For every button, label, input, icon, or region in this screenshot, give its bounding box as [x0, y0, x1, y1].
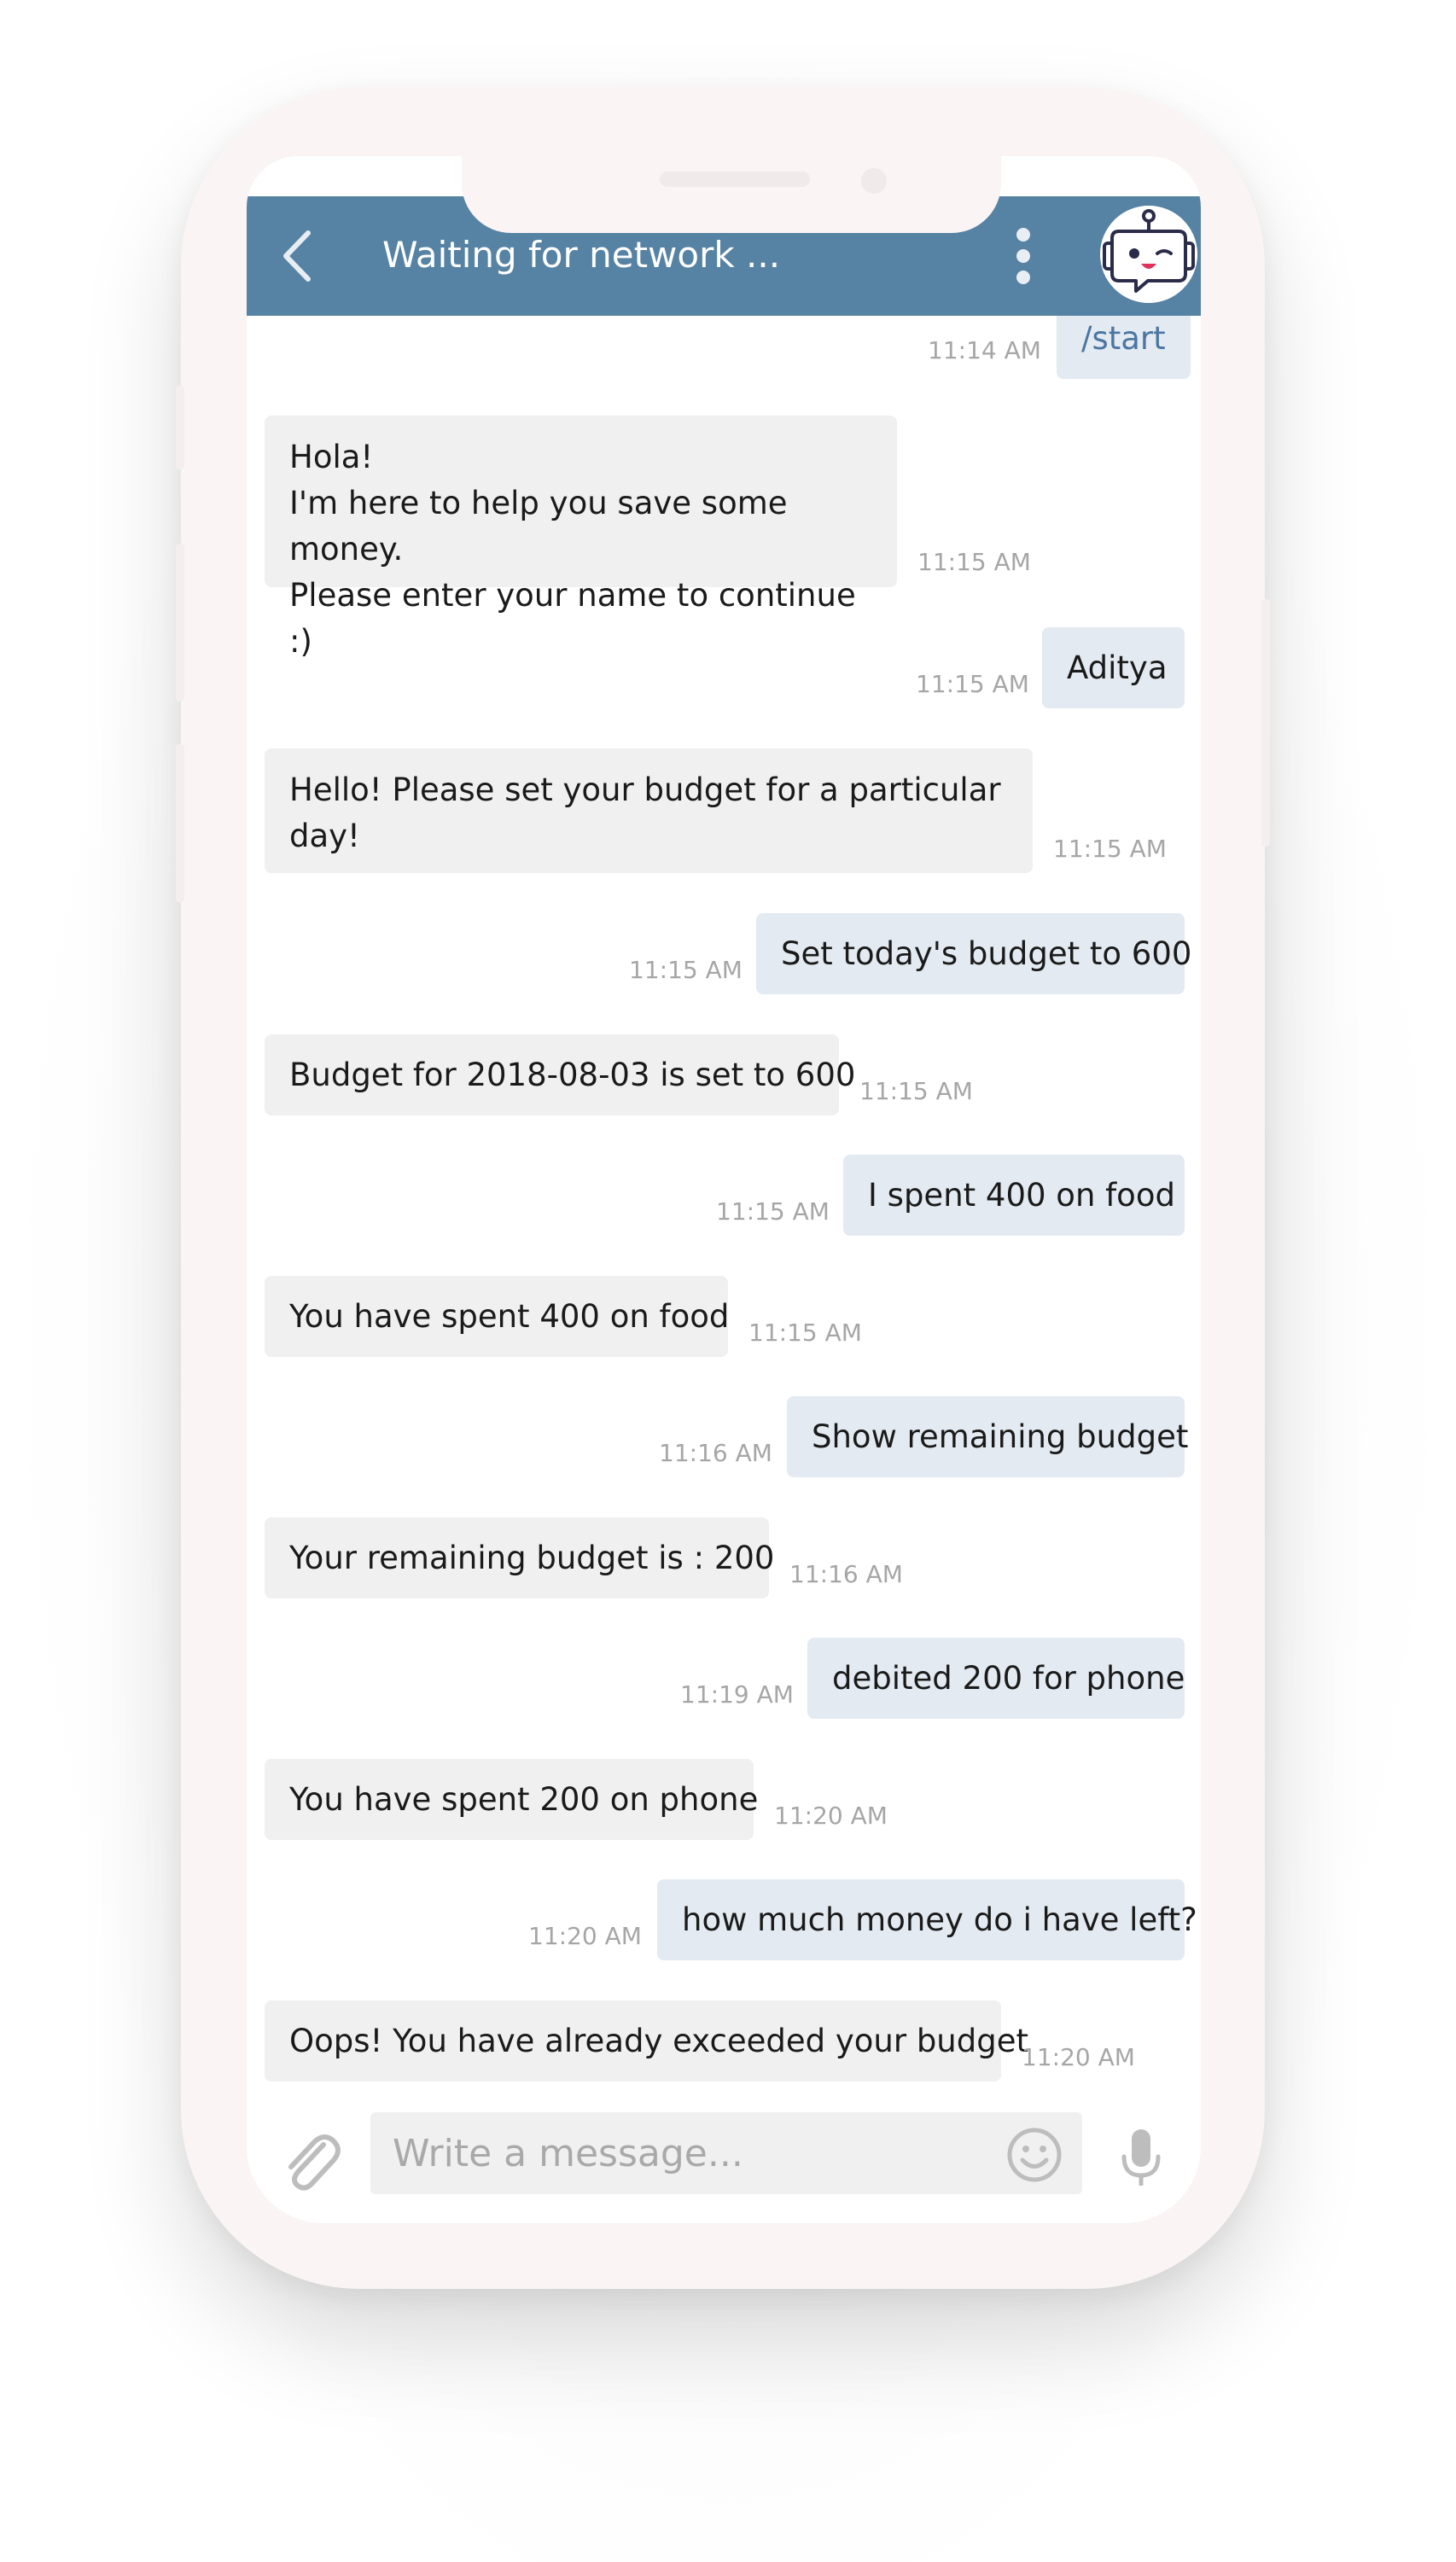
front-camera [861, 168, 887, 194]
message-text[interactable]: You have spent 200 on phone [265, 1759, 758, 1840]
message-time: 11:15 AM [748, 1319, 862, 1347]
message-text[interactable]: debited 200 for phone [807, 1638, 1185, 1719]
microphone-icon [1121, 2129, 1161, 2186]
message-text[interactable]: Show remaining budget [787, 1396, 1188, 1477]
message-time: 11:15 AM [859, 1077, 973, 1105]
message-time: 11:16 AM [659, 1439, 772, 1467]
message-text[interactable]: Hola! I'm here to help you save some mon… [265, 416, 897, 660]
paperclip-icon [288, 2134, 341, 2191]
message-time: 11:16 AM [789, 1560, 903, 1588]
phone-screen: Waiting for network ... 11:14 AM /start … [247, 156, 1201, 2223]
emoji-button[interactable] [1006, 2127, 1063, 2183]
notch [462, 156, 1001, 233]
robot-icon [1100, 206, 1197, 303]
message-time: 11:15 AM [916, 670, 1029, 698]
power-button [1261, 599, 1270, 847]
message-composer [247, 2095, 1201, 2223]
message-time: 11:14 AM [928, 336, 1041, 364]
bot-avatar[interactable] [1100, 206, 1197, 303]
message-text[interactable]: Oops! You have already exceeded your bud… [265, 2000, 1028, 2082]
volume-up-button [176, 544, 184, 702]
phone-frame: Waiting for network ... 11:14 AM /start … [176, 87, 1270, 2289]
vertical-dots-icon [1016, 228, 1030, 242]
message-time: 11:15 AM [716, 1197, 830, 1226]
message-text[interactable]: Set today's budget to 600 [756, 913, 1191, 994]
more-menu-button[interactable] [998, 222, 1049, 290]
message-time: 11:15 AM [1053, 835, 1167, 863]
back-button[interactable] [264, 222, 332, 290]
silent-switch [176, 386, 184, 469]
message-text[interactable]: how much money do i have left? [657, 1879, 1197, 1960]
message-text[interactable]: Hello! Please set your budget for a part… [265, 748, 1033, 873]
microphone-button[interactable] [1117, 2126, 1165, 2189]
message-time: 11:20 AM [1022, 2043, 1135, 2071]
message-text[interactable]: /start [1057, 316, 1191, 379]
message-time: 11:19 AM [680, 1680, 794, 1709]
speaker-grill [660, 172, 810, 187]
message-text[interactable]: Budget for 2018-08-03 is set to 600 [265, 1034, 855, 1115]
message-text[interactable]: You have spent 400 on food [265, 1276, 729, 1357]
message-text[interactable]: I spent 400 on food [843, 1155, 1185, 1236]
volume-down-button [176, 744, 184, 902]
message-input[interactable] [370, 2112, 1082, 2194]
message-time: 11:15 AM [917, 548, 1031, 576]
message-time: 11:20 AM [528, 1922, 642, 1950]
message-time: 11:20 AM [774, 1802, 888, 1830]
attach-button[interactable] [281, 2128, 342, 2192]
page-background: Waiting for network ... 11:14 AM /start … [0, 0, 1456, 2562]
chat-title: Waiting for network ... [382, 234, 781, 276]
message-text[interactable]: Aditya [1042, 627, 1185, 708]
message-time: 11:15 AM [629, 956, 743, 984]
smiley-icon [1007, 2128, 1062, 2182]
message-list[interactable]: 11:14 AM /start Hola! I'm here to help y… [247, 316, 1201, 2095]
chevron-left-icon [283, 230, 311, 282]
message-text[interactable]: Your remaining budget is : 200 [265, 1517, 774, 1598]
